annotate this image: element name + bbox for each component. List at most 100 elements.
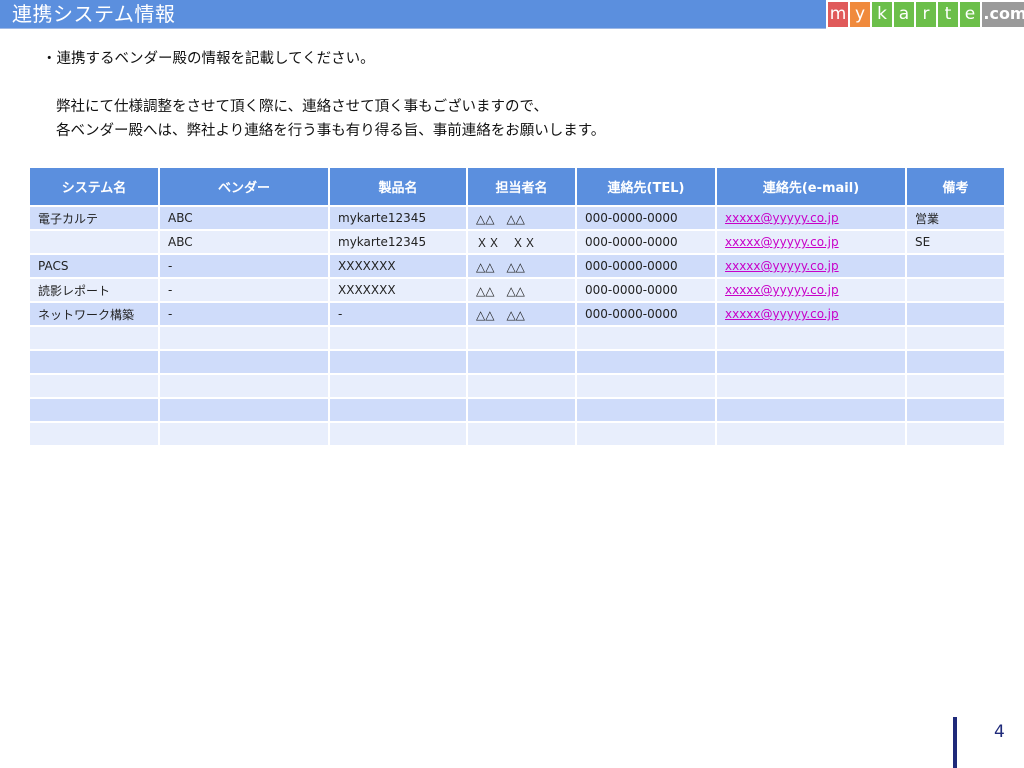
cell-remarks <box>905 397 1006 423</box>
cell-remarks: 営業 <box>905 205 1006 231</box>
column-header-tel: 連絡先(TEL) <box>575 166 717 207</box>
cell-remarks <box>905 349 1006 375</box>
cell-vendor: - <box>158 277 330 303</box>
cell-vendor <box>158 397 330 423</box>
column-header-vendor: ベンダー <box>158 166 330 207</box>
logo-letter: y <box>850 2 870 27</box>
cell-product-name: XXXXXXX <box>328 253 468 279</box>
table-row: 電子カルテ ABC mykarte12345 △△ △△ 000-0000-0000 xx… <box>28 205 1006 231</box>
cell-tel: 000-0000-0000 <box>575 229 717 255</box>
cell-system-name: 電子カルテ <box>28 205 160 231</box>
vendor-table: システム名 ベンダー 製品名 担当者名 連絡先(TEL) 連絡先(e-mail) 備考 電子… <box>28 166 1006 447</box>
logo-letter: k <box>872 2 892 27</box>
intro-line-spacer <box>42 71 605 95</box>
cell-vendor <box>158 373 330 399</box>
cell-remarks <box>905 325 1006 351</box>
column-header-remarks: 備考 <box>905 166 1006 207</box>
mykarte-logo: m y k a r t e .com <box>828 2 1024 27</box>
page-number-bar <box>953 717 957 768</box>
cell-tel: 000-0000-0000 <box>575 277 717 303</box>
cell-email <box>715 349 907 375</box>
cell-remarks <box>905 421 1006 447</box>
cell-product-name: - <box>328 301 468 327</box>
cell-vendor: - <box>158 253 330 279</box>
cell-contact-person: △△ △△ <box>466 253 577 279</box>
cell-vendor: ABC <box>158 205 330 231</box>
logo-letter: m <box>828 2 848 27</box>
cell-tel <box>575 373 717 399</box>
intro-line-note-1: 弊社にて仕様調整をさせて頂く際に、連絡させて頂く事もございますので、 <box>56 99 548 115</box>
cell-product-name: mykarte12345 <box>328 229 468 255</box>
column-header-system-name: システム名 <box>28 166 160 207</box>
cell-contact-person: △△ △△ <box>466 277 577 303</box>
cell-vendor <box>158 349 330 375</box>
cell-system-name <box>28 397 160 423</box>
cell-tel <box>575 421 717 447</box>
cell-product-name <box>328 349 468 375</box>
logo-letter: t <box>938 2 958 27</box>
column-header-product-name: 製品名 <box>328 166 468 207</box>
logo-suffix: .com <box>982 2 1024 27</box>
table-row <box>28 325 1006 351</box>
cell-vendor <box>158 421 330 447</box>
table-row: ABC mykarte12345 ＸＸ ＸＸ 000-0000-0000 xxxxx@y… <box>28 229 1006 255</box>
logo-letter: a <box>894 2 914 27</box>
table-row <box>28 373 1006 399</box>
column-header-contact-person: 担当者名 <box>466 166 577 207</box>
intro-text: ・連携するベンダー殿の情報を記載してください。 弊社にて仕様調整をさせて頂く際に… <box>42 47 605 143</box>
table-row: 読影レポート - XXXXXXX △△ △△ 000-0000-0000 xxxxx@yy… <box>28 277 1006 303</box>
table-row <box>28 397 1006 423</box>
table-row <box>28 421 1006 447</box>
cell-remarks: SE <box>905 229 1006 255</box>
cell-email <box>715 325 907 351</box>
table-body: 電子カルテ ABC mykarte12345 △△ △△ 000-0000-0000 xx… <box>28 205 1006 447</box>
cell-vendor: ABC <box>158 229 330 255</box>
table-row: ネットワーク構築 - - △△ △△ 000-0000-0000 xxxxx@yyyyy.… <box>28 301 1006 327</box>
cell-email[interactable]: xxxxx@yyyyy.co.jp <box>715 253 907 279</box>
cell-contact-person <box>466 373 577 399</box>
cell-product-name <box>328 421 468 447</box>
cell-system-name <box>28 421 160 447</box>
column-header-email: 連絡先(e-mail) <box>715 166 907 207</box>
cell-system-name <box>28 325 160 351</box>
cell-product-name <box>328 373 468 399</box>
cell-contact-person <box>466 325 577 351</box>
cell-remarks <box>905 373 1006 399</box>
cell-tel: 000-0000-0000 <box>575 253 717 279</box>
cell-tel <box>575 349 717 375</box>
page-number: 4 <box>994 722 1005 742</box>
cell-vendor <box>158 325 330 351</box>
cell-email <box>715 397 907 423</box>
cell-product-name: XXXXXXX <box>328 277 468 303</box>
cell-email[interactable]: xxxxx@yyyyy.co.jp <box>715 205 907 231</box>
cell-product-name <box>328 397 468 423</box>
cell-email[interactable]: xxxxx@yyyyy.co.jp <box>715 229 907 255</box>
cell-contact-person: △△ △△ <box>466 301 577 327</box>
table-header-row: システム名 ベンダー 製品名 担当者名 連絡先(TEL) 連絡先(e-mail) 備考 <box>28 166 1006 207</box>
page-title: 連携システム情報 <box>12 2 176 26</box>
cell-tel: 000-0000-0000 <box>575 301 717 327</box>
cell-vendor: - <box>158 301 330 327</box>
intro-line-instruction: ・連携するベンダー殿の情報を記載してください。 <box>42 51 375 67</box>
cell-contact-person <box>466 421 577 447</box>
cell-tel <box>575 397 717 423</box>
cell-email[interactable]: xxxxx@yyyyy.co.jp <box>715 277 907 303</box>
cell-system-name <box>28 373 160 399</box>
cell-email <box>715 421 907 447</box>
cell-remarks <box>905 253 1006 279</box>
cell-contact-person <box>466 349 577 375</box>
cell-remarks <box>905 301 1006 327</box>
table-row <box>28 349 1006 375</box>
table-row: PACS - XXXXXXX △△ △△ 000-0000-0000 xxxxx@yyyy… <box>28 253 1006 279</box>
cell-product-name: mykarte12345 <box>328 205 468 231</box>
cell-contact-person: △△ △△ <box>466 205 577 231</box>
cell-system-name: 読影レポート <box>28 277 160 303</box>
cell-tel <box>575 325 717 351</box>
cell-email <box>715 373 907 399</box>
logo-letter: r <box>916 2 936 27</box>
cell-remarks <box>905 277 1006 303</box>
cell-email[interactable]: xxxxx@yyyyy.co.jp <box>715 301 907 327</box>
logo-letter: e <box>960 2 980 27</box>
cell-contact-person: ＸＸ ＸＸ <box>466 229 577 255</box>
title-bar: 連携システム情報 <box>0 0 826 29</box>
